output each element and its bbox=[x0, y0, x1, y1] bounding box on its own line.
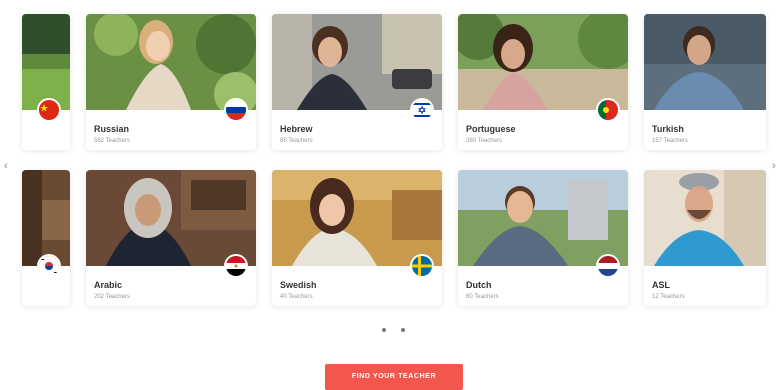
teacher-count: 85 Teachers bbox=[280, 138, 313, 144]
language-card-partial-bottom[interactable] bbox=[22, 170, 70, 306]
teacher-photo bbox=[272, 170, 442, 266]
pagination-dot-1[interactable] bbox=[382, 328, 386, 332]
portugal-flag-icon bbox=[598, 100, 618, 120]
israel-flag-icon bbox=[412, 100, 432, 120]
russia-flag-icon bbox=[226, 100, 246, 120]
teacher-photo bbox=[644, 14, 766, 110]
egypt-flag-icon bbox=[226, 256, 246, 276]
teacher-photo bbox=[22, 14, 70, 110]
language-name: ASL bbox=[652, 280, 670, 290]
language-name: Dutch bbox=[466, 280, 492, 290]
language-name: Swedish bbox=[280, 280, 317, 290]
language-name: Arabic bbox=[94, 280, 123, 290]
teacher-count: 582 Teachers bbox=[94, 138, 130, 144]
language-name: Hebrew bbox=[280, 124, 313, 134]
teacher-photo bbox=[458, 170, 628, 266]
teacher-photo bbox=[22, 170, 70, 266]
language-card-swedish[interactable]: Swedish 40 Teachers bbox=[272, 170, 442, 306]
carousel-next-arrow[interactable]: › bbox=[772, 160, 776, 172]
language-card-portuguese[interactable]: Portuguese 380 Teachers bbox=[458, 14, 628, 150]
language-card-partial-top[interactable] bbox=[22, 14, 70, 150]
language-name: Portuguese bbox=[466, 124, 516, 134]
sweden-flag-icon bbox=[412, 256, 432, 276]
teacher-photo bbox=[86, 14, 256, 110]
language-card-hebrew[interactable]: Hebrew 85 Teachers bbox=[272, 14, 442, 150]
china-flag-icon bbox=[39, 100, 59, 120]
teacher-photo bbox=[86, 170, 256, 266]
teacher-count: 157 Teachers bbox=[652, 138, 688, 144]
teacher-count: 80 Teachers bbox=[466, 294, 499, 300]
language-card-asl[interactable]: ASL 12 Teachers bbox=[644, 170, 766, 306]
teacher-count: 380 Teachers bbox=[466, 138, 502, 144]
pagination-dot-2[interactable] bbox=[401, 328, 405, 332]
language-card-arabic[interactable]: Arabic 202 Teachers bbox=[86, 170, 256, 306]
teacher-count: 202 Teachers bbox=[94, 294, 130, 300]
teacher-photo bbox=[272, 14, 442, 110]
language-card-dutch[interactable]: Dutch 80 Teachers bbox=[458, 170, 628, 306]
find-your-teacher-button[interactable]: FIND YOUR TEACHER bbox=[325, 364, 463, 390]
language-card-turkish[interactable]: Turkish 157 Teachers bbox=[644, 14, 766, 150]
language-name: Turkish bbox=[652, 124, 684, 134]
carousel-prev-arrow[interactable]: ‹ bbox=[4, 160, 8, 172]
teacher-photo bbox=[644, 170, 766, 266]
language-name: Russian bbox=[94, 124, 130, 134]
teacher-count: 12 Teachers bbox=[652, 294, 685, 300]
south-korea-flag-icon bbox=[39, 256, 59, 276]
netherlands-flag-icon bbox=[598, 256, 618, 276]
teacher-count: 40 Teachers bbox=[280, 294, 313, 300]
language-card-russian[interactable]: Russian 582 Teachers bbox=[86, 14, 256, 150]
teacher-photo bbox=[458, 14, 628, 110]
